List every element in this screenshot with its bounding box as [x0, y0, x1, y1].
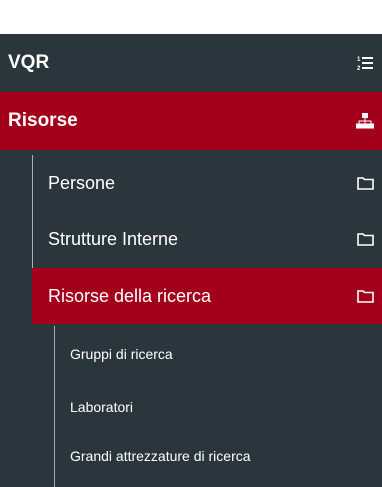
- menu-item-label: Risorse della ricerca: [48, 285, 212, 306]
- folder-icon: [356, 174, 374, 192]
- menu-item-grandi-attrezzature[interactable]: Grandi attrezzature di ricerca: [0, 428, 382, 484]
- menu-item-persone[interactable]: Persone: [0, 155, 382, 211]
- menu-item-laboratori[interactable]: Laboratori: [0, 379, 382, 435]
- menu-item-risorse-della-ricerca[interactable]: Risorse della ricerca: [32, 268, 382, 324]
- folder-icon: [356, 230, 374, 248]
- folder-icon: [356, 287, 374, 305]
- menu-item-gruppi-di-ricerca[interactable]: Gruppi di ricerca: [0, 326, 382, 382]
- ordered-list-icon: 1 2: [356, 54, 374, 72]
- side-navigation-panel: VQR 1 2 Risorse Persone Strutture Intern…: [0, 0, 382, 487]
- menu-item-strutture-interne[interactable]: Strutture Interne: [0, 211, 382, 267]
- menu-item-label: VQR: [8, 52, 50, 73]
- menu-item-label: Risorse: [8, 110, 78, 131]
- menu-item-vqr[interactable]: VQR 1 2: [0, 34, 382, 92]
- menu-item-label: Persone: [48, 172, 116, 193]
- menu-item-label: Gruppi di ricerca: [70, 346, 173, 362]
- menu-item-risorse[interactable]: Risorse: [0, 92, 382, 150]
- menu-item-label: Strutture Interne: [48, 228, 179, 249]
- top-spacer: [0, 0, 382, 34]
- menu-item-label: Laboratori: [70, 399, 134, 415]
- menu-item-label: Grandi attrezzature di ricerca: [70, 448, 251, 464]
- sitemap-icon: [356, 112, 374, 130]
- svg-text:1: 1: [357, 57, 361, 63]
- svg-text:2: 2: [357, 66, 361, 71]
